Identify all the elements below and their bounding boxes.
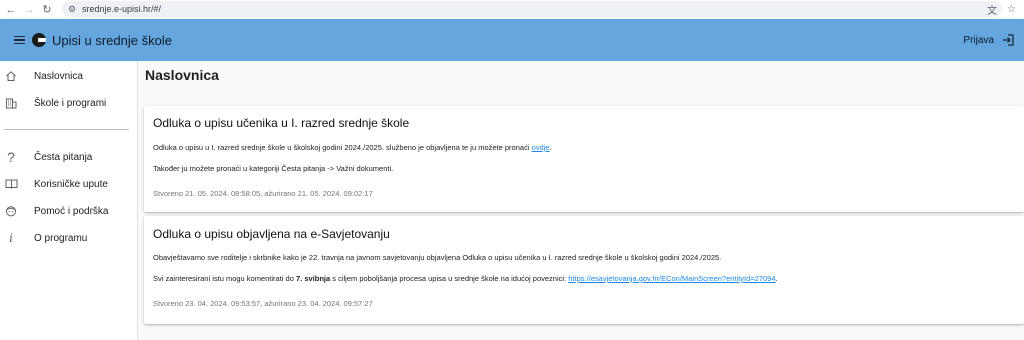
card-timestamp: Stvoreno 21. 05. 2024. 08:58:05, ažurira… xyxy=(153,189,373,198)
app-bar: Upisi u srednje škole Prijava xyxy=(0,19,1024,61)
forward-arrow-icon[interactable]: → xyxy=(20,0,38,19)
face-icon xyxy=(4,204,18,218)
card-timestamp: Stvoreno 23. 04. 2024. 09:53:57, ažurira… xyxy=(153,299,373,308)
card-text: s ciljem poboljšanja procesa upisa u sre… xyxy=(330,274,569,283)
sidebar-item-label: Česta pitanja xyxy=(34,151,93,163)
card-paragraph: Odluka o upisu u I. razred srednje škole… xyxy=(153,143,552,152)
hamburger-menu-icon[interactable] xyxy=(8,29,30,51)
deadline-date: 7. svibnja xyxy=(295,274,331,283)
book-icon xyxy=(4,177,18,191)
login-icon xyxy=(1002,34,1014,46)
login-label: Prijava xyxy=(963,34,994,46)
card-text: Odluka o upisu u I. razred srednje škole… xyxy=(153,143,532,152)
page-title: Naslovnica xyxy=(145,67,219,83)
login-button[interactable]: Prijava xyxy=(963,19,1014,61)
sidebar-item-korisnicke-upute[interactable]: Korisničke upute xyxy=(0,171,137,197)
back-arrow-icon[interactable]: ← xyxy=(2,0,20,19)
app-title: Upisi u srednje škole xyxy=(52,32,172,48)
sidebar-item-naslovnica[interactable]: Naslovnica xyxy=(0,63,137,89)
home-icon xyxy=(4,69,18,83)
sidebar-item-cesta-pitanja[interactable]: ? Česta pitanja xyxy=(0,144,137,170)
sidebar-item-pomoc-i-podrska[interactable]: Pomoć i podrška xyxy=(0,198,137,224)
card-paragraph: Obavještavamo sve roditelje i skrbnike k… xyxy=(153,253,722,262)
card-paragraph: Svi zainteresirani istu mogu komentirati… xyxy=(153,274,778,283)
esavjetovanja-link[interactable]: https://esavjetovanja.gov.hr/ECon/MainSc… xyxy=(568,274,775,283)
card-text-end: . xyxy=(775,274,778,283)
reload-icon[interactable]: ↻ xyxy=(38,0,56,19)
translate-icon[interactable]: 文 xyxy=(987,2,997,17)
url-text: srednje.e-upisi.hr/#/ xyxy=(82,4,162,14)
sidebar-item-label: Naslovnica xyxy=(34,70,83,82)
building-icon xyxy=(4,96,18,110)
sidebar-item-label: Škole i programi xyxy=(34,97,107,109)
sidebar-item-label: Pomoć i podrška xyxy=(34,205,109,217)
address-bar[interactable]: ⚙ srednje.e-upisi.hr/#/ xyxy=(62,1,1002,17)
logo-icon xyxy=(32,33,46,47)
card-title: Odluka o upisu objavljena na e-Savjetova… xyxy=(153,227,390,241)
sidebar: Naslovnica Škole i programi ? Česta pita… xyxy=(0,61,138,340)
main-content: Naslovnica Odluka o upisu učenika u I. r… xyxy=(138,61,1024,340)
card-text-end: . xyxy=(549,143,552,152)
sidebar-item-label: Korisničke upute xyxy=(34,178,108,190)
card-paragraph: Također ju možete pronaći u kategoriji Č… xyxy=(153,164,394,173)
news-card: Odluka o upisu objavljena na e-Savjetova… xyxy=(144,216,1024,324)
sidebar-item-o-programu[interactable]: i O programu xyxy=(0,225,137,251)
sidebar-item-label: O programu xyxy=(34,232,88,244)
news-card: Odluka o upisu učenika u I. razred sredn… xyxy=(144,106,1024,212)
sidebar-item-skole-i-programi[interactable]: Škole i programi xyxy=(0,90,137,116)
bookmark-star-icon[interactable]: ☆ xyxy=(1007,4,1016,15)
sidebar-divider xyxy=(4,129,129,130)
card-title: Odluka o upisu učenika u I. razred sredn… xyxy=(153,116,410,130)
site-info-icon[interactable]: ⚙ xyxy=(62,4,82,15)
ovdje-link[interactable]: ovdje xyxy=(532,143,550,152)
card-text: Svi zainteresirani istu mogu komentirati… xyxy=(153,274,296,283)
browser-toolbar: ← → ↻ ⚙ srednje.e-upisi.hr/#/ 文 ☆ xyxy=(0,0,1024,19)
info-icon: i xyxy=(9,231,13,245)
question-icon: ? xyxy=(7,149,15,165)
